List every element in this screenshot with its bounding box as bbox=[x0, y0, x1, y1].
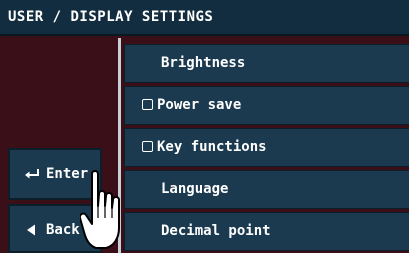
page-title: USER / DISPLAY SETTINGS bbox=[8, 9, 214, 25]
menu-item-label: Brightness bbox=[161, 55, 246, 71]
triangle-left-icon bbox=[27, 224, 35, 236]
key-functions-checkbox[interactable] bbox=[142, 141, 153, 152]
menu-item-language[interactable]: Language bbox=[124, 170, 409, 209]
back-button-label: Back bbox=[46, 222, 80, 238]
pointing-hand-cursor-icon bbox=[80, 170, 120, 249]
menu-item-label: Language bbox=[161, 181, 229, 197]
return-arrow-icon bbox=[25, 169, 39, 179]
power-save-checkbox[interactable] bbox=[142, 99, 153, 110]
menu-item-brightness[interactable]: Brightness bbox=[124, 44, 409, 83]
settings-screen: USER / DISPLAY SETTINGS Brightness Power… bbox=[0, 0, 409, 253]
menu-item-key-functions[interactable]: Key functions bbox=[124, 128, 409, 167]
menu-item-decimal-point[interactable]: Decimal point bbox=[124, 212, 409, 251]
menu-item-label: Decimal point bbox=[161, 223, 271, 239]
menu-item-label: Power save bbox=[157, 97, 242, 113]
menu-item-power-save[interactable]: Power save bbox=[124, 86, 409, 125]
title-bar: USER / DISPLAY SETTINGS bbox=[0, 0, 409, 36]
menu-item-label: Key functions bbox=[157, 139, 267, 155]
